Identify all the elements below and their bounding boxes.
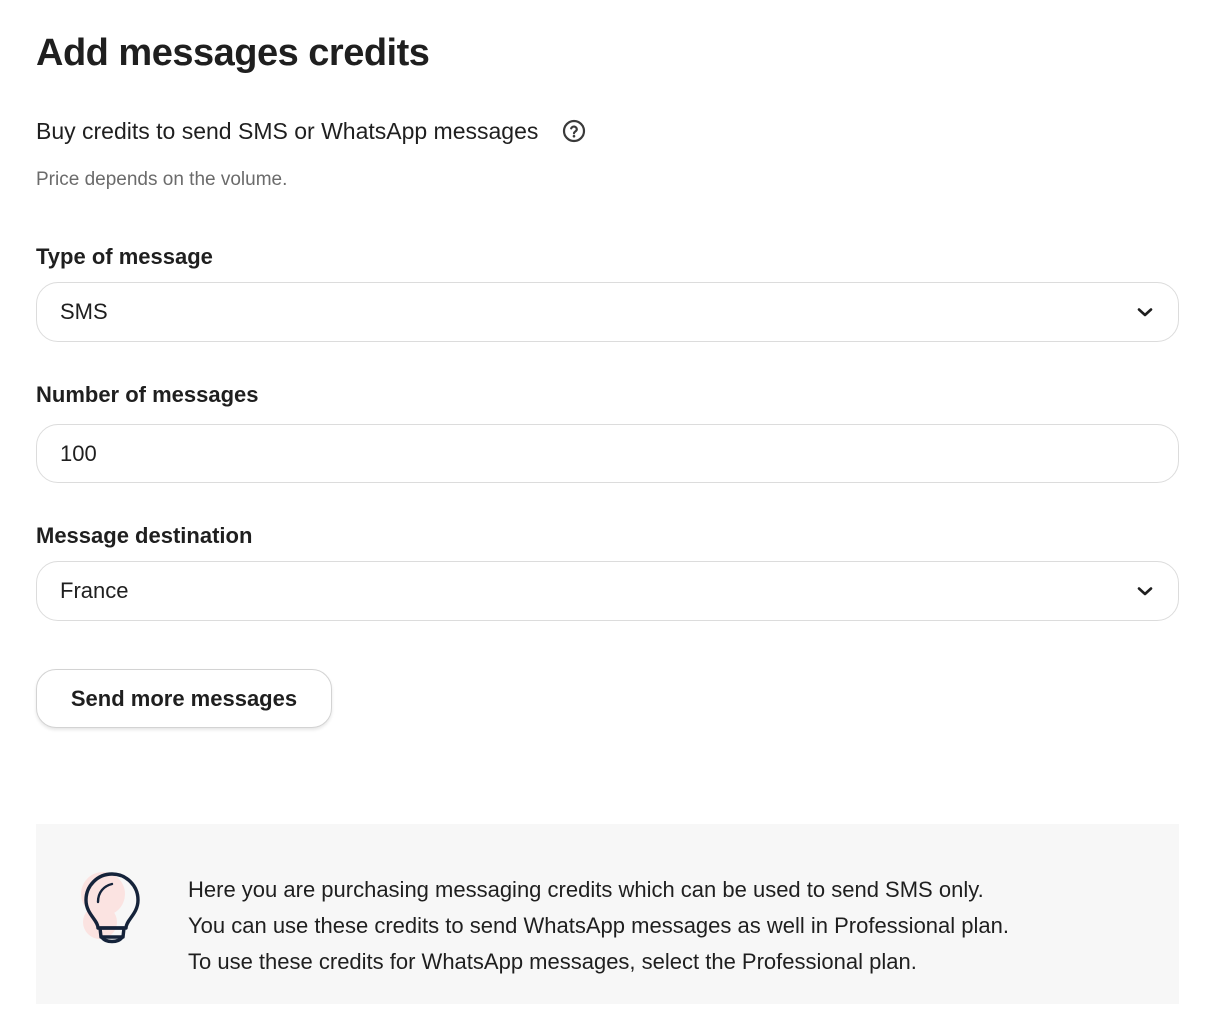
message-type-value: SMS bbox=[60, 299, 108, 324]
question-circle-icon[interactable] bbox=[562, 119, 586, 143]
message-type-select[interactable]: SMS bbox=[36, 282, 1179, 342]
message-count-input[interactable]: 100 bbox=[36, 424, 1179, 483]
page-title: Add messages credits bbox=[36, 32, 430, 74]
chevron-down-icon bbox=[1135, 302, 1155, 322]
info-line: Here you are purchasing messaging credit… bbox=[188, 877, 984, 902]
message-count-label: Number of messages bbox=[36, 382, 259, 407]
info-text: Here you are purchasing messaging credit… bbox=[188, 872, 1009, 980]
destination-select[interactable]: France bbox=[36, 561, 1179, 621]
lightbulb-icon bbox=[76, 860, 142, 950]
price-note: Price depends on the volume. bbox=[36, 169, 288, 190]
destination-value: France bbox=[60, 578, 129, 603]
subtitle-row: Buy credits to send SMS or WhatsApp mess… bbox=[36, 116, 586, 146]
message-type-label: Type of message bbox=[36, 244, 213, 269]
chevron-down-icon bbox=[1135, 581, 1155, 601]
info-line: You can use these credits to send WhatsA… bbox=[188, 913, 1009, 938]
info-line: To use these credits for WhatsApp messag… bbox=[188, 949, 917, 974]
destination-label: Message destination bbox=[36, 523, 253, 548]
message-count-value: 100 bbox=[60, 440, 97, 466]
page-subtitle: Buy credits to send SMS or WhatsApp mess… bbox=[36, 118, 539, 144]
send-more-messages-button[interactable]: Send more messages bbox=[36, 669, 332, 728]
info-panel: Here you are purchasing messaging credit… bbox=[36, 824, 1179, 1004]
add-credits-page: Add messages credits Buy credits to send… bbox=[0, 0, 1221, 1026]
